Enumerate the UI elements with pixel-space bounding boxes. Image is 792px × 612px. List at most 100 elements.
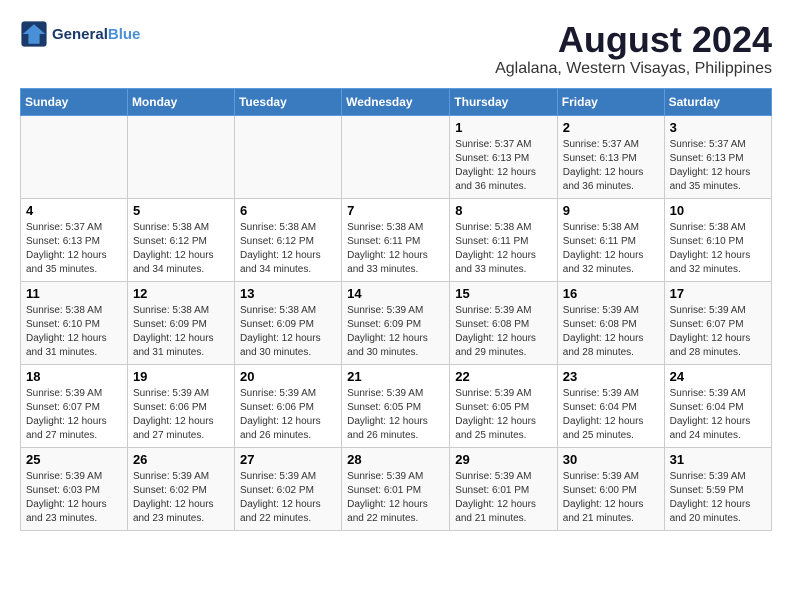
calendar-day-cell: 6 Sunrise: 5:38 AM Sunset: 6:12 PM Daylig… — [234, 198, 341, 281]
day-info: Sunrise: 5:38 AM Sunset: 6:12 PM Dayligh… — [240, 221, 336, 277]
day-number: 15 — [455, 286, 552, 301]
day-number: 16 — [563, 286, 659, 301]
calendar-week-row: 25 Sunrise: 5:39 AM Sunset: 6:03 PM Dayli… — [21, 447, 772, 530]
day-info: Sunrise: 5:38 AM Sunset: 6:11 PM Dayligh… — [347, 221, 444, 277]
day-number: 26 — [133, 452, 229, 467]
calendar-day-cell: 17Sunrise: 5:39 AM Sunset: 6:07 PM Dayli… — [664, 281, 771, 364]
day-number: 3 — [670, 120, 766, 135]
calendar-day-cell: 26 Sunrise: 5:39 AM Sunset: 6:02 PM Dayli… — [127, 447, 234, 530]
header: GeneralBlue August 2024 Aglalana, Wester… — [20, 20, 772, 78]
calendar-week-row: 1 Sunrise: 5:37 AM Sunset: 6:13 PM Daylig… — [21, 115, 772, 198]
weekday-header-row: SundayMondayTuesdayWednesdayThursdayFrid… — [21, 88, 772, 115]
day-info: Sunrise: 5:39 AM Sunset: 6:02 PM Dayligh… — [133, 470, 229, 526]
calendar-day-cell: 22Sunrise: 5:39 AM Sunset: 6:05 PM Dayli… — [450, 364, 558, 447]
calendar-day-cell: 1Sunrise: 5:37 AM Sunset: 6:13 PM Daylig… — [450, 115, 558, 198]
day-number: 1 — [455, 120, 552, 135]
calendar-week-row: 4 Sunrise: 5:37 AM Sunset: 6:13 PM Daylig… — [21, 198, 772, 281]
weekday-header-tuesday: Tuesday — [234, 88, 341, 115]
calendar-day-cell: 14Sunrise: 5:39 AM Sunset: 6:09 PM Dayli… — [342, 281, 450, 364]
calendar-day-cell: 11 Sunrise: 5:38 AM Sunset: 6:10 PM Dayli… — [21, 281, 128, 364]
empty-cell — [127, 115, 234, 198]
day-number: 5 — [133, 203, 229, 218]
calendar-day-cell: 25 Sunrise: 5:39 AM Sunset: 6:03 PM Dayli… — [21, 447, 128, 530]
calendar-day-cell: 27 Sunrise: 5:39 AM Sunset: 6:02 PM Dayli… — [234, 447, 341, 530]
calendar-day-cell: 21 Sunrise: 5:39 AM Sunset: 6:05 PM Dayli… — [342, 364, 450, 447]
calendar-day-cell: 16Sunrise: 5:39 AM Sunset: 6:08 PM Dayli… — [557, 281, 664, 364]
title-area: August 2024 Aglalana, Western Visayas, P… — [495, 20, 772, 78]
day-number: 10 — [670, 203, 766, 218]
day-number: 9 — [563, 203, 659, 218]
empty-cell — [234, 115, 341, 198]
day-number: 29 — [455, 452, 552, 467]
weekday-header-saturday: Saturday — [664, 88, 771, 115]
calendar-day-cell: 29 Sunrise: 5:39 AM Sunset: 6:01 PM Dayli… — [450, 447, 558, 530]
weekday-header-wednesday: Wednesday — [342, 88, 450, 115]
weekday-header-monday: Monday — [127, 88, 234, 115]
day-info: Sunrise: 5:39 AM Sunset: 6:05 PM Dayligh… — [347, 387, 444, 443]
day-info: Sunrise: 5:39 AM Sunset: 6:06 PM Dayligh… — [133, 387, 229, 443]
day-number: 11 — [26, 286, 122, 301]
calendar-day-cell: 24Sunrise: 5:39 AM Sunset: 6:04 PM Dayli… — [664, 364, 771, 447]
logo-icon — [20, 20, 48, 48]
day-info: Sunrise: 5:38 AM Sunset: 6:10 PM Dayligh… — [26, 304, 122, 360]
weekday-header-sunday: Sunday — [21, 88, 128, 115]
day-info: Sunrise: 5:39 AM Sunset: 5:59 PM Dayligh… — [670, 470, 766, 526]
day-info: Sunrise: 5:37 AM Sunset: 6:13 PM Dayligh… — [563, 138, 659, 194]
calendar-day-cell: 10 Sunrise: 5:38 AM Sunset: 6:10 PM Dayli… — [664, 198, 771, 281]
day-info: Sunrise: 5:39 AM Sunset: 6:07 PM Dayligh… — [26, 387, 122, 443]
day-info: Sunrise: 5:39 AM Sunset: 6:00 PM Dayligh… — [563, 470, 659, 526]
calendar-day-cell: 28 Sunrise: 5:39 AM Sunset: 6:01 PM Dayli… — [342, 447, 450, 530]
calendar-day-cell: 5 Sunrise: 5:38 AM Sunset: 6:12 PM Daylig… — [127, 198, 234, 281]
calendar-day-cell: 4 Sunrise: 5:37 AM Sunset: 6:13 PM Daylig… — [21, 198, 128, 281]
day-info: Sunrise: 5:38 AM Sunset: 6:11 PM Dayligh… — [455, 221, 552, 277]
day-info: Sunrise: 5:39 AM Sunset: 6:01 PM Dayligh… — [455, 470, 552, 526]
day-number: 4 — [26, 203, 122, 218]
day-number: 21 — [347, 369, 444, 384]
day-number: 31 — [670, 452, 766, 467]
day-number: 24 — [670, 369, 766, 384]
calendar-day-cell: 18Sunrise: 5:39 AM Sunset: 6:07 PM Dayli… — [21, 364, 128, 447]
day-info: Sunrise: 5:38 AM Sunset: 6:10 PM Dayligh… — [670, 221, 766, 277]
day-info: Sunrise: 5:39 AM Sunset: 6:08 PM Dayligh… — [455, 304, 552, 360]
day-info: Sunrise: 5:39 AM Sunset: 6:05 PM Dayligh… — [455, 387, 552, 443]
day-number: 13 — [240, 286, 336, 301]
day-info: Sunrise: 5:38 AM Sunset: 6:09 PM Dayligh… — [240, 304, 336, 360]
calendar-day-cell: 23Sunrise: 5:39 AM Sunset: 6:04 PM Dayli… — [557, 364, 664, 447]
calendar-day-cell: 19 Sunrise: 5:39 AM Sunset: 6:06 PM Dayli… — [127, 364, 234, 447]
logo-text: GeneralBlue — [52, 26, 140, 43]
day-number: 23 — [563, 369, 659, 384]
day-info: Sunrise: 5:39 AM Sunset: 6:01 PM Dayligh… — [347, 470, 444, 526]
calendar-day-cell: 7 Sunrise: 5:38 AM Sunset: 6:11 PM Daylig… — [342, 198, 450, 281]
day-number: 17 — [670, 286, 766, 301]
day-info: Sunrise: 5:37 AM Sunset: 6:13 PM Dayligh… — [26, 221, 122, 277]
day-info: Sunrise: 5:37 AM Sunset: 6:13 PM Dayligh… — [670, 138, 766, 194]
calendar-day-cell: 12Sunrise: 5:38 AM Sunset: 6:09 PM Dayli… — [127, 281, 234, 364]
calendar-day-cell: 13 Sunrise: 5:38 AM Sunset: 6:09 PM Dayli… — [234, 281, 341, 364]
calendar-day-cell: 2 Sunrise: 5:37 AM Sunset: 6:13 PM Daylig… — [557, 115, 664, 198]
day-number: 7 — [347, 203, 444, 218]
empty-cell — [342, 115, 450, 198]
day-info: Sunrise: 5:38 AM Sunset: 6:12 PM Dayligh… — [133, 221, 229, 277]
day-number: 20 — [240, 369, 336, 384]
calendar-day-cell: 15 Sunrise: 5:39 AM Sunset: 6:08 PM Dayli… — [450, 281, 558, 364]
location-title: Aglalana, Western Visayas, Philippines — [495, 60, 772, 78]
day-number: 30 — [563, 452, 659, 467]
day-info: Sunrise: 5:39 AM Sunset: 6:06 PM Dayligh… — [240, 387, 336, 443]
day-number: 2 — [563, 120, 659, 135]
month-title: August 2024 — [495, 20, 772, 60]
calendar-week-row: 18Sunrise: 5:39 AM Sunset: 6:07 PM Dayli… — [21, 364, 772, 447]
weekday-header-thursday: Thursday — [450, 88, 558, 115]
day-number: 19 — [133, 369, 229, 384]
day-number: 25 — [26, 452, 122, 467]
day-number: 27 — [240, 452, 336, 467]
calendar-table: SundayMondayTuesdayWednesdayThursdayFrid… — [20, 88, 772, 531]
day-number: 6 — [240, 203, 336, 218]
calendar-day-cell: 8Sunrise: 5:38 AM Sunset: 6:11 PM Daylig… — [450, 198, 558, 281]
logo: GeneralBlue — [20, 20, 140, 48]
empty-cell — [21, 115, 128, 198]
day-number: 28 — [347, 452, 444, 467]
day-info: Sunrise: 5:39 AM Sunset: 6:02 PM Dayligh… — [240, 470, 336, 526]
day-info: Sunrise: 5:39 AM Sunset: 6:09 PM Dayligh… — [347, 304, 444, 360]
calendar-week-row: 11 Sunrise: 5:38 AM Sunset: 6:10 PM Dayli… — [21, 281, 772, 364]
day-info: Sunrise: 5:39 AM Sunset: 6:03 PM Dayligh… — [26, 470, 122, 526]
